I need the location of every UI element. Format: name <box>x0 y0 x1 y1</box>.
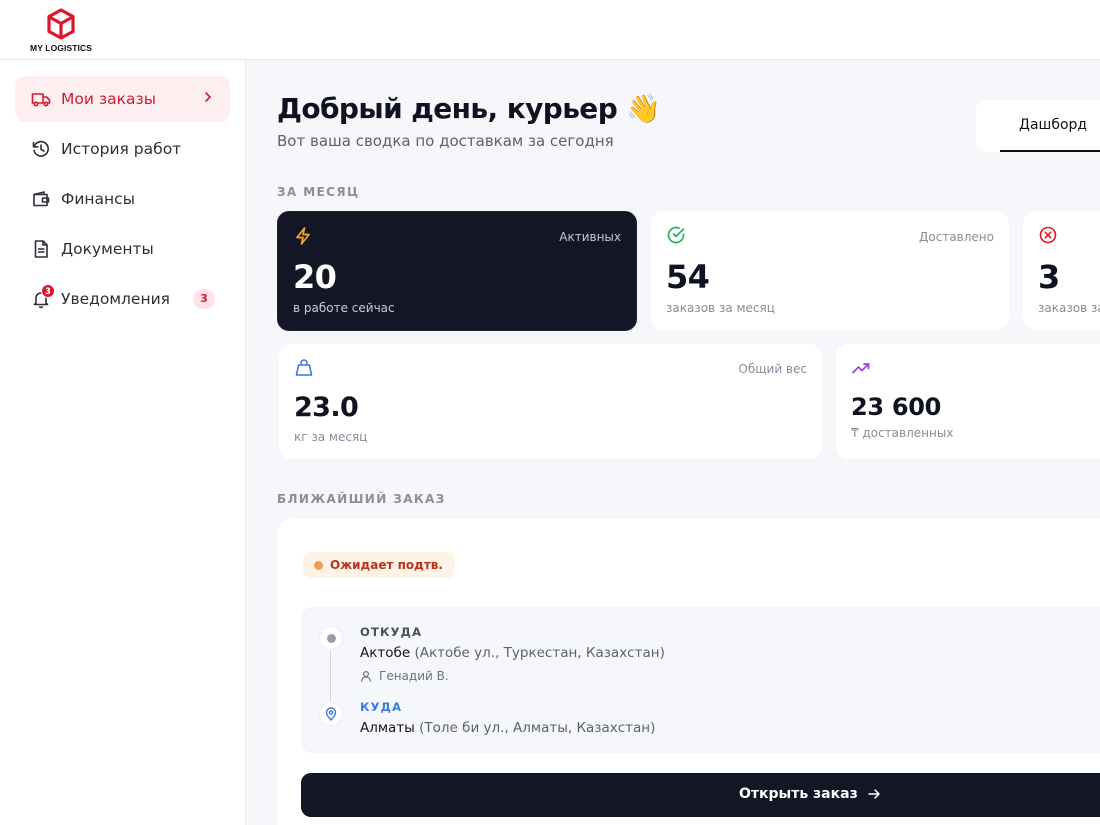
stat-label: Общий вес <box>738 362 807 376</box>
stat-value: 20 <box>293 258 337 296</box>
from-address: Актобе (Актобе ул., Туркестан, Казахстан… <box>360 645 665 661</box>
logo[interactable]: MY LOGISTICS <box>28 8 94 53</box>
status-text: Ожидает подтв. <box>330 558 443 572</box>
stat-card-delivered[interactable]: Доставлено 54 заказов за месяц <box>651 211 1009 330</box>
chevron-right-icon <box>205 92 212 102</box>
stat-caption: кг за месяц <box>294 430 368 444</box>
page-title: Добрый день, курьер 👋 <box>277 92 661 125</box>
sidebar-item-label: Уведомления <box>61 290 170 308</box>
status-dot <box>314 560 323 570</box>
truck-icon <box>31 89 51 109</box>
origin-point-icon <box>320 627 342 649</box>
location-pin-icon <box>320 703 342 725</box>
nearest-order-card: Ожидает подтв. ОТКУДА Актобе (Актобе ул.… <box>277 519 1100 825</box>
from-street: (Актобе ул., Туркестан, Казахстан) <box>414 645 665 661</box>
page-subtitle: Вот ваша сводка по доставкам за сегодня <box>277 132 614 150</box>
to-street: (Толе би ул., Алматы, Казахстан) <box>419 720 656 736</box>
to-heading: КУДА <box>360 700 403 714</box>
person-icon <box>360 670 372 682</box>
sidebar-item-label: История работ <box>61 140 182 158</box>
stat-value: 3 <box>1038 258 1060 296</box>
notification-dot-badge: 3 <box>41 284 55 298</box>
tab-dashboard[interactable]: Дашборд <box>1000 100 1100 152</box>
stat-caption: ₸ доставленных <box>851 426 954 440</box>
notification-count-badge: 3 <box>193 289 215 309</box>
stat-card-active[interactable]: Активных 20 в работе сейчас <box>277 211 637 331</box>
stat-caption: в работе сейчас <box>293 301 395 315</box>
stat-label: Активных <box>559 230 621 244</box>
stat-card-cancelled[interactable]: 3 заказов за м <box>1023 211 1100 330</box>
route-box: ОТКУДА Актобе (Актобе ул., Туркестан, Ка… <box>301 607 1100 753</box>
sidebar-item-label: Финансы <box>61 190 135 208</box>
sidebar-item-my-orders[interactable]: Мои заказы <box>15 76 230 122</box>
stat-value: 23 600 <box>851 393 942 421</box>
sidebar-item-documents[interactable]: Документы <box>15 226 230 272</box>
sidebar-item-label: Документы <box>61 240 154 258</box>
tab-bar: Дашборд <box>976 100 1100 152</box>
sidebar-item-work-history[interactable]: История работ <box>15 126 230 172</box>
logo-text: MY LOGISTICS <box>30 43 92 53</box>
top-bar: MY LOGISTICS <box>0 0 1100 60</box>
weight-icon <box>295 359 313 376</box>
sidebar-item-label: Мои заказы <box>61 90 156 108</box>
to-address: Алматы (Толе би ул., Алматы, Казахстан) <box>360 720 655 736</box>
from-city: Актобе <box>360 645 411 661</box>
stat-card-revenue[interactable]: 23 600 ₸ доставленных <box>836 344 1100 459</box>
sidebar-item-notifications[interactable]: 3 Уведомления 3 <box>15 276 230 322</box>
open-order-label: Открыть заказ <box>739 786 858 802</box>
document-icon <box>31 239 51 259</box>
from-heading: ОТКУДА <box>360 625 423 639</box>
section-label-month: ЗА МЕСЯЦ <box>277 185 360 199</box>
stat-label: Доставлено <box>919 230 994 244</box>
open-order-button[interactable]: Открыть заказ <box>301 773 1100 817</box>
from-contact: Генадий В. <box>360 669 449 683</box>
wallet-icon <box>31 189 51 209</box>
stat-caption: заказов за м <box>1038 301 1100 315</box>
cube-logo-icon <box>47 8 75 40</box>
stat-value: 54 <box>666 258 710 296</box>
sidebar: Мои заказы История работ Финансы Докумен… <box>0 60 246 825</box>
check-circle-icon <box>667 226 685 244</box>
history-icon <box>31 139 51 159</box>
route-line <box>330 645 331 707</box>
trending-up-icon <box>852 363 870 374</box>
sidebar-item-finance[interactable]: Финансы <box>15 176 230 222</box>
stat-card-weight[interactable]: Общий вес 23.0 кг за месяц <box>279 344 822 459</box>
contact-name: Генадий В. <box>379 669 449 683</box>
section-label-nearest-order: БЛИЖАЙШИЙ ЗАКАЗ <box>277 492 446 506</box>
stat-value: 23.0 <box>294 392 359 423</box>
status-badge: Ожидает подтв. <box>303 552 455 578</box>
x-circle-icon <box>1039 226 1057 244</box>
lightning-icon <box>296 227 310 245</box>
stat-caption: заказов за месяц <box>666 301 775 315</box>
arrow-right-icon <box>867 789 880 799</box>
bell-icon: 3 <box>31 284 55 309</box>
to-city: Алматы <box>360 720 415 736</box>
